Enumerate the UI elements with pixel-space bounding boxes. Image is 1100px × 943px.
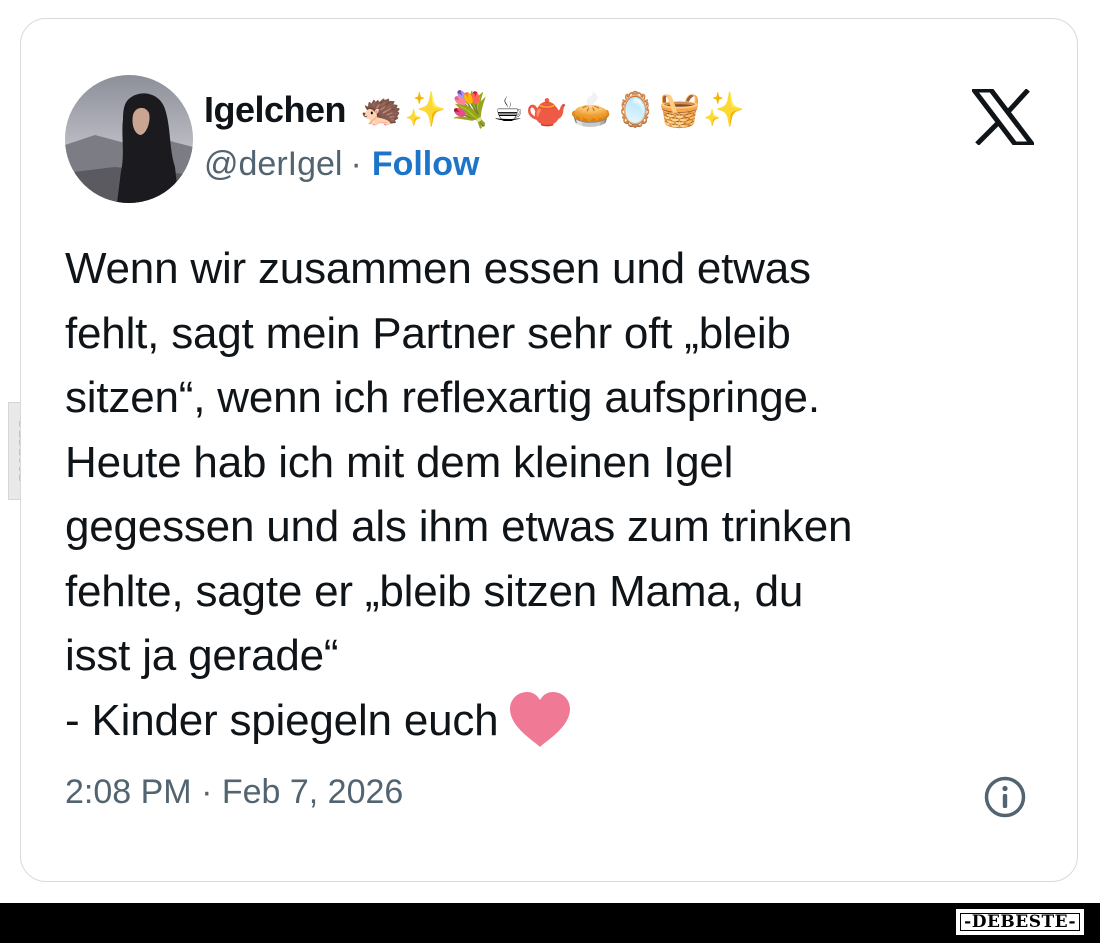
handle-row: @derIgel · Follow	[204, 145, 747, 184]
tweet-text: Wenn wir zusammen essen und etwas fehlt,…	[65, 237, 1055, 753]
tweet-line: isst ja gerade“	[65, 631, 339, 680]
separator: ·	[350, 145, 362, 183]
tweet-line: fehlt, sagt mein Partner sehr oft „bleib	[65, 308, 791, 358]
brand-logo-text: -DEBESTE-	[964, 912, 1076, 932]
tweet-card: Igelchen 🦔✨💐☕🫖🥧🪞🧺✨ @derIgel · Follow Wen…	[20, 18, 1078, 882]
tweet-line: Heute hab ich mit dem kleinen Igel	[65, 437, 734, 487]
tweet-line-last: - Kinder spiegeln euch	[65, 689, 1055, 754]
tweet-line: - Kinder spiegeln euch	[65, 695, 499, 745]
name-row: Igelchen 🦔✨💐☕🫖🥧🪞🧺✨	[204, 87, 747, 133]
display-name[interactable]: Igelchen	[204, 89, 347, 131]
tweet-line: Wenn wir zusammen essen und etwas	[65, 244, 811, 293]
author-info: Igelchen 🦔✨💐☕🫖🥧🪞🧺✨ @derIgel · Follow	[204, 87, 747, 184]
heart-icon	[510, 691, 571, 747]
avatar-image	[65, 75, 193, 203]
handle[interactable]: @derIgel	[204, 145, 342, 184]
bottom-bar: -DEBESTE-	[0, 903, 1100, 943]
name-emojis: 🦔✨💐☕🫖🥧🪞🧺✨	[360, 91, 748, 129]
x-logo-icon[interactable]	[972, 89, 1034, 145]
timestamp[interactable]: 2:08 PM · Feb 7, 2026	[65, 773, 403, 812]
info-icon[interactable]	[983, 775, 1027, 819]
follow-button[interactable]: Follow	[372, 145, 480, 184]
tweet-line: sitzen“, wenn ich reflexartig aufspringe…	[65, 373, 820, 422]
brand-logo: -DEBESTE-	[956, 909, 1084, 935]
tweet-line: fehlte, sagte er „bleib sitzen Mama, du	[65, 566, 804, 616]
tweet-line: gegessen und als ihm etwas zum trinken	[65, 502, 853, 551]
avatar[interactable]	[65, 75, 193, 203]
